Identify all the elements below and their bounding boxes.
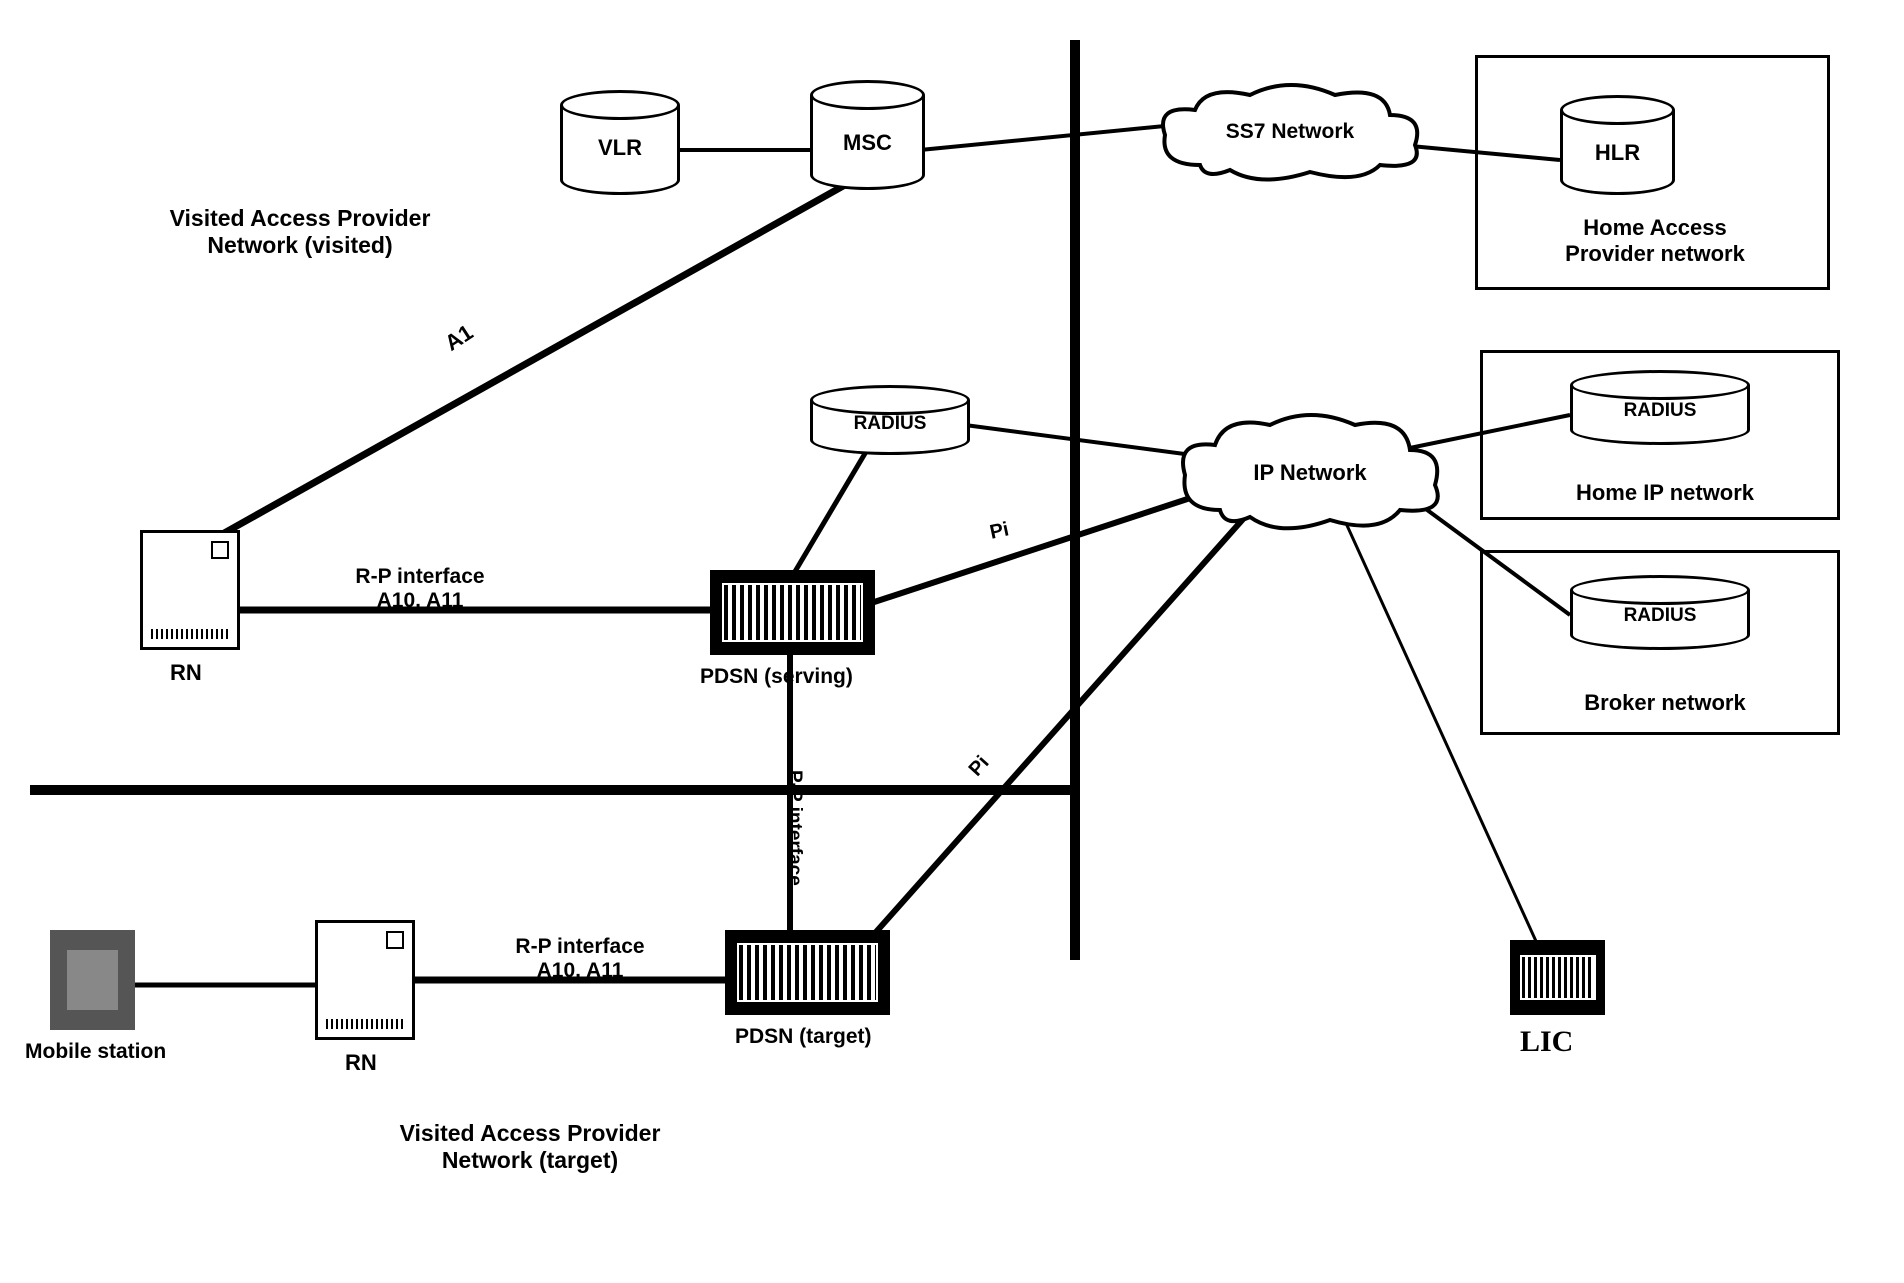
home-access-label: Home Access Provider network (1510, 215, 1800, 267)
pdsn-target-node (725, 930, 890, 1015)
ip-net-label: IP Network (1170, 460, 1450, 486)
mobile-station-label: Mobile station (25, 1040, 166, 1064)
vlr-node: VLR (560, 90, 680, 120)
rn1-node (140, 530, 240, 650)
hlr-label: HLR (1560, 140, 1675, 166)
hlr-node: HLR (1560, 95, 1675, 125)
pdsn-target-label: PDSN (target) (735, 1025, 872, 1049)
msc-node: MSC (810, 80, 925, 110)
vlr-label: VLR (560, 135, 680, 161)
home-ip-label: Home IP network (1505, 480, 1825, 506)
ss7-cloud: SS7 Network (1150, 80, 1430, 190)
radius-broker-node: RADIUS (1570, 575, 1750, 605)
pdsn-serving-node (710, 570, 875, 655)
ip-cloud: IP Network (1170, 410, 1450, 540)
network-diagram: VLR MSC SS7 Network Home Access Provider… (0, 0, 1904, 1283)
broker-label: Broker network (1520, 690, 1810, 716)
lic-label: LIC (1520, 1025, 1573, 1059)
ss7-label: SS7 Network (1150, 120, 1430, 144)
msc-label: MSC (810, 130, 925, 156)
radius-visited-label: RADIUS (810, 413, 970, 435)
radius-home-ip-node: RADIUS (1570, 370, 1750, 400)
rp1-link-label: R-P interface A10, A11 (305, 565, 535, 613)
rn1-label: RN (170, 660, 202, 686)
radius-home-ip-label: RADIUS (1570, 400, 1750, 422)
pp-link-label: P-P interface (783, 770, 805, 886)
radius-broker-label: RADIUS (1570, 605, 1750, 627)
visited-access-label: Visited Access Provider Network (visited… (125, 205, 475, 259)
lic-node (1510, 940, 1605, 1015)
rn2-label: RN (345, 1050, 377, 1076)
rp2-link-label: R-P interface A10, A11 (465, 935, 695, 983)
radius-visited-node: RADIUS (810, 385, 970, 415)
mobile-station-node (50, 930, 135, 1030)
pdsn-serving-label: PDSN (serving) (700, 665, 853, 689)
visited-target-label: Visited Access Provider Network (target) (340, 1120, 720, 1174)
rn2-node (315, 920, 415, 1040)
